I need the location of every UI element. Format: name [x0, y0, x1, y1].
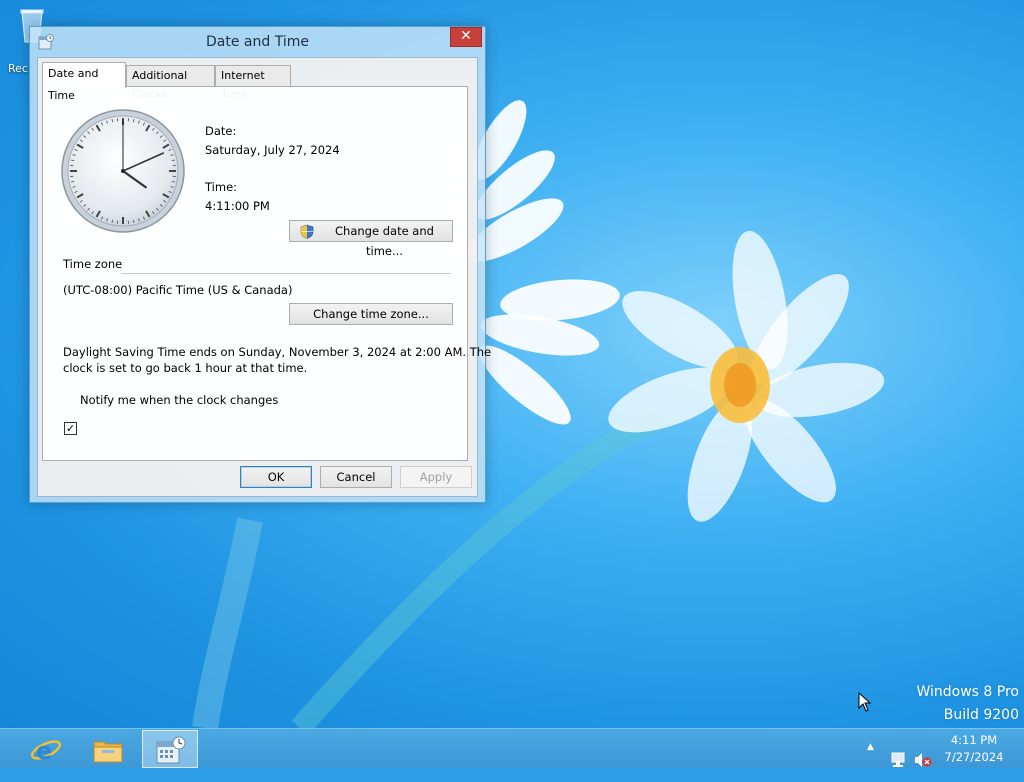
time-zone-divider: [121, 273, 451, 274]
analog-clock: [59, 107, 187, 235]
dialog-client-area: Date and Time Additional Clocks Internet…: [37, 57, 478, 497]
date-time-control-panel-icon: [155, 736, 187, 766]
network-icon[interactable]: [890, 740, 908, 780]
file-explorer-icon: [92, 735, 124, 765]
svg-text:e: e: [36, 737, 52, 765]
internet-explorer-icon: e: [30, 735, 62, 765]
taskbar-internet-explorer[interactable]: e: [18, 730, 74, 768]
date-value: Saturday, July 27, 2024: [205, 143, 340, 157]
date-and-time-dialog: Date and Time ✕ Date and Time Additional…: [29, 26, 486, 503]
recycle-bin-label: Rec: [8, 62, 28, 75]
dialog-titlebar[interactable]: Date and Time ✕: [30, 27, 485, 57]
time-label: Time:: [205, 180, 237, 194]
windows-edition-watermark: Windows 8 Pro: [916, 684, 1019, 700]
dst-info-line1: Daylight Saving Time ends on Sunday, Nov…: [63, 345, 491, 359]
taskbar-clock-time: 4:11 PM: [937, 732, 1011, 749]
taskbar: e ▲ 4:11 PM 7/27/2024: [0, 728, 1024, 768]
tab-internet-time[interactable]: Internet Time: [215, 65, 291, 86]
notify-clock-changes-checkbox[interactable]: ✓: [64, 422, 77, 435]
apply-button[interactable]: Apply: [400, 466, 472, 488]
date-and-time-tab-page: Date: Saturday, July 27, 2024 Time: 4:11…: [42, 86, 468, 461]
show-hidden-icons-chevron[interactable]: ▲: [867, 742, 874, 782]
close-button[interactable]: ✕: [450, 27, 482, 47]
uac-shield-icon: [300, 224, 314, 239]
date-label: Date:: [205, 124, 236, 138]
taskbar-clock[interactable]: 4:11 PM 7/27/2024: [937, 732, 1011, 766]
dialog-title: Date and Time: [30, 34, 485, 50]
tab-date-and-time[interactable]: Date and Time: [42, 62, 126, 88]
tab-additional-clocks[interactable]: Additional Clocks: [126, 65, 215, 86]
ok-button[interactable]: OK: [240, 466, 312, 488]
change-date-and-time-label: Change date and time...: [317, 221, 452, 261]
time-value: 4:11:00 PM: [205, 199, 270, 213]
windows-build-watermark: Build 9200: [944, 707, 1019, 723]
time-zone-header: Time zone: [63, 257, 122, 271]
taskbar-file-explorer[interactable]: [80, 730, 136, 768]
notify-clock-changes-label[interactable]: Notify me when the clock changes: [80, 393, 278, 407]
time-zone-value: (UTC-08:00) Pacific Time (US & Canada): [63, 283, 292, 297]
change-date-and-time-button[interactable]: Change date and time...: [289, 220, 453, 242]
mouse-cursor-icon: [858, 692, 872, 712]
taskbar-clock-date: 7/27/2024: [937, 749, 1011, 766]
dst-info-line2: clock is set to go back 1 hour at that t…: [63, 361, 307, 375]
cancel-button[interactable]: Cancel: [320, 466, 392, 488]
change-time-zone-button[interactable]: Change time zone...: [289, 303, 453, 325]
taskbar-date-time-control-panel[interactable]: [142, 730, 198, 768]
volume-muted-icon[interactable]: [914, 740, 932, 780]
